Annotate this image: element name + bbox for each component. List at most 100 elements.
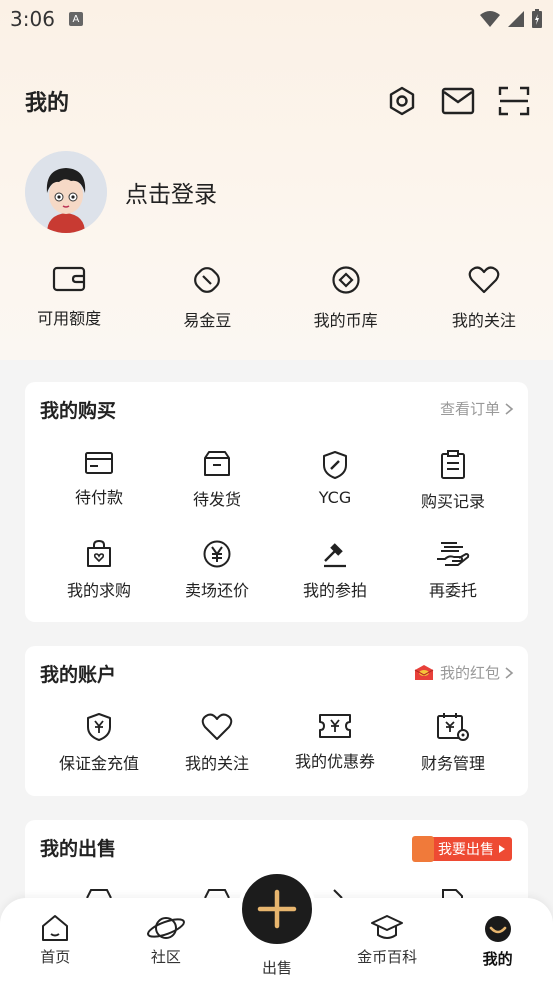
quick-item-label: 我的币库 <box>313 311 378 330</box>
view-orders-link[interactable]: 查看订单 <box>440 398 514 419</box>
sale-title: 我的出售 <box>40 838 117 860</box>
sell-fab-label: 出售 <box>261 959 292 977</box>
shield-yen-icon <box>87 713 111 741</box>
view-orders-label: 查看订单 <box>439 400 500 418</box>
tab-home[interactable]: 首页 <box>0 898 111 984</box>
shield-icon <box>323 451 347 479</box>
item-label: 购买记录 <box>420 492 485 511</box>
item-label: 财务管理 <box>420 754 485 773</box>
avatar-icon <box>25 151 107 233</box>
finance-icon <box>437 713 469 741</box>
quick-item-follow[interactable]: 我的关注 <box>415 265 553 331</box>
red-packet-label: 我的红包 <box>439 664 500 682</box>
heart-icon <box>201 713 233 740</box>
yen-circle-icon <box>203 540 231 568</box>
page-header: 我的 <box>25 82 531 120</box>
coupons-button[interactable]: 我的优惠券 <box>276 712 394 774</box>
settings-button[interactable] <box>385 84 419 118</box>
red-packet-icon <box>414 664 434 680</box>
bean-icon <box>194 267 221 293</box>
tab-label: 首页 <box>40 948 71 966</box>
graduation-cap-icon <box>371 915 404 939</box>
status-icons <box>479 9 543 29</box>
reconsign-button[interactable]: 再委托 <box>394 539 512 601</box>
scan-icon <box>498 86 530 116</box>
sell-fab-button[interactable] <box>238 870 316 948</box>
deposit-topup-button[interactable]: 保证金充值 <box>40 712 158 774</box>
chevron-right-icon <box>505 666 514 679</box>
message-button[interactable] <box>441 84 475 118</box>
item-label: 再委托 <box>428 581 477 600</box>
page-title: 我的 <box>25 91 70 116</box>
purchase-history-button[interactable]: 购买记录 <box>394 450 512 512</box>
status-time: 3:06 <box>10 7 55 31</box>
sell-now-button[interactable]: 我要出售 <box>412 836 512 862</box>
status-bar: 3:06 A <box>0 0 553 38</box>
quick-item-label: 我的关注 <box>451 311 516 330</box>
item-label: 保证金充值 <box>58 754 139 773</box>
quick-item-label: 可用额度 <box>37 309 102 328</box>
planet-icon <box>146 917 185 939</box>
tab-community[interactable]: 社区 <box>111 898 222 984</box>
hand-icon <box>437 542 470 566</box>
wifi-icon <box>480 11 500 27</box>
red-packet-link[interactable]: 我的红包 <box>412 662 514 683</box>
signal-icon <box>508 11 524 27</box>
chevron-right-icon <box>505 402 514 415</box>
item-label: 待付款 <box>74 488 123 507</box>
smile-icon <box>484 916 511 942</box>
card-icon <box>85 452 113 474</box>
quick-item-beans[interactable]: 易金豆 <box>138 265 276 331</box>
pending-shipment-button[interactable]: 待发货 <box>158 450 276 512</box>
item-label: YCG <box>318 488 352 507</box>
purchase-row-1: 待付款 待发货 YCG 购买记录 <box>25 450 528 512</box>
item-label: 我的参拍 <box>302 581 367 600</box>
login-link[interactable]: 点击登录 <box>125 175 217 209</box>
home-icon <box>42 915 69 941</box>
sell-now-label: 我要出售 <box>438 842 494 858</box>
counter-offer-button[interactable]: 卖场还价 <box>158 539 276 601</box>
tab-mine[interactable]: 我的 <box>442 898 553 984</box>
notification-icon: A <box>68 12 83 26</box>
item-label: 我的关注 <box>184 754 249 773</box>
tab-encyclopedia[interactable]: 金币百科 <box>332 898 443 984</box>
my-auctions-button[interactable]: 我的参拍 <box>276 539 394 601</box>
purchase-row-2: 我的求购 卖场还价 我的参拍 再委托 <box>25 539 528 601</box>
item-label: 我的优惠券 <box>294 752 375 771</box>
heart-icon <box>468 266 500 294</box>
pending-payment-button[interactable]: 待付款 <box>40 450 158 512</box>
purchase-card: 我的购买 查看订单 待付款 待发货 YCG 购买记录 我的求购 卖场还价 我的参… <box>25 382 528 622</box>
purchase-title: 我的购买 <box>40 400 117 422</box>
bag-heart-icon <box>87 539 111 567</box>
clipboard-icon <box>441 450 465 479</box>
quick-item-vault[interactable]: 我的币库 <box>277 265 415 331</box>
item-label: 卖场还价 <box>184 581 249 600</box>
coin-vault-icon <box>332 266 360 294</box>
tab-label: 金币百科 <box>357 948 418 966</box>
item-label: 我的求购 <box>66 581 131 600</box>
account-card: 我的账户 我的红包 保证金充值 我的关注 我的优惠券 财务管理 <box>25 646 528 796</box>
account-follow-button[interactable]: 我的关注 <box>158 712 276 774</box>
quick-item-label: 易金豆 <box>183 311 232 330</box>
triangle-right-icon <box>499 845 505 853</box>
mail-icon <box>441 87 475 115</box>
tag-icon <box>412 836 434 862</box>
tab-label: 我的 <box>482 950 513 968</box>
tab-label: 社区 <box>150 948 181 966</box>
gavel-icon <box>324 543 346 568</box>
my-requests-button[interactable]: 我的求购 <box>40 539 158 601</box>
finance-button[interactable]: 财务管理 <box>394 712 512 774</box>
account-title: 我的账户 <box>40 664 117 686</box>
scan-button[interactable] <box>497 84 531 118</box>
quick-actions: 可用额度 易金豆 我的币库 我的关注 <box>0 265 553 331</box>
coupon-icon <box>319 714 351 738</box>
profile-section[interactable]: 点击登录 <box>25 151 217 233</box>
settings-icon <box>389 86 415 116</box>
item-label: 待发货 <box>192 490 241 509</box>
account-row: 保证金充值 我的关注 我的优惠券 财务管理 <box>25 712 528 774</box>
plus-icon <box>257 889 297 929</box>
quick-item-credit[interactable]: 可用额度 <box>0 265 138 331</box>
avatar[interactable] <box>25 151 107 233</box>
ycg-button[interactable]: YCG <box>276 450 394 512</box>
wallet-icon <box>53 266 86 292</box>
